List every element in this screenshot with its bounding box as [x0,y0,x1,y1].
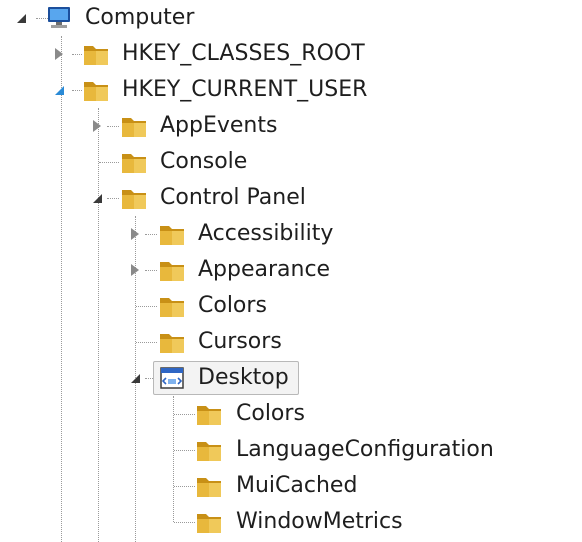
node-label: WindowMetrics [236,509,403,534]
node-label: Desktop [198,365,289,390]
node-label: HKEY_CLASSES_ROOT [122,41,365,66]
registry-key-icon [160,367,184,389]
node-label: Computer [85,5,195,30]
node-label: Appearance [198,257,331,282]
folder-icon [84,82,108,101]
folder-icon [160,262,184,281]
folder-icon [197,406,221,425]
tree-node-hkey-classes-root[interactable]: HKEY_CLASSES_ROOT [0,36,420,72]
node-label: Cursors [198,329,282,354]
tree-node-control-panel[interactable]: Control Panel [0,180,330,216]
node-label: Accessibility [198,221,334,246]
tree-node-appevents[interactable]: AppEvents [0,108,300,144]
tree-node-appearance[interactable]: Appearance [0,252,350,288]
expand-triangle-icon[interactable] [88,180,106,216]
tree-node-desktop[interactable]: Desktop [0,360,300,396]
folder-icon [122,154,146,173]
folder-icon [122,190,146,209]
node-label: AppEvents [160,113,278,138]
tree-node-hkey-current-user[interactable]: HKEY_CURRENT_USER [0,72,420,108]
collapse-triangle-icon[interactable] [126,216,144,252]
folder-icon [84,46,108,65]
node-label: Control Panel [160,185,306,210]
folder-icon [160,226,184,245]
tree-node-console[interactable]: Console [0,144,300,180]
node-label: Colors [236,401,305,426]
tree-node-colors[interactable]: Colors [0,288,300,324]
expand-triangle-icon[interactable] [126,360,144,396]
tree-node-computer[interactable]: Computer [0,0,230,36]
folder-icon [160,334,184,353]
node-label: MuiCached [236,473,358,498]
collapse-triangle-icon[interactable] [88,108,106,144]
tree-node-languageconfiguration[interactable]: LanguageConfiguration [0,432,520,468]
expand-triangle-icon[interactable] [50,72,68,108]
node-label: LanguageConfiguration [236,437,494,462]
tree-node-muicached[interactable]: MuiCached [0,468,380,504]
expand-triangle-icon[interactable] [12,0,30,36]
tree-node-desktop-colors[interactable]: Colors [0,396,330,432]
folder-icon [197,478,221,497]
node-label: Colors [198,293,267,318]
collapse-triangle-icon[interactable] [126,252,144,288]
collapse-triangle-icon[interactable] [50,36,68,72]
registry-tree: Computer HKEY_CLASSES_ROOT HKEY_CURRENT_… [0,0,582,542]
tree-node-windowmetrics[interactable]: WindowMetrics [0,504,420,540]
folder-icon [197,442,221,461]
tree-node-accessibility[interactable]: Accessibility [0,216,350,252]
node-label: Console [160,149,248,174]
folder-icon [122,118,146,137]
tree-node-cursors[interactable]: Cursors [0,324,300,360]
folder-icon [160,298,184,317]
computer-icon [48,7,70,28]
node-label: HKEY_CURRENT_USER [122,77,368,102]
folder-icon [197,514,221,533]
